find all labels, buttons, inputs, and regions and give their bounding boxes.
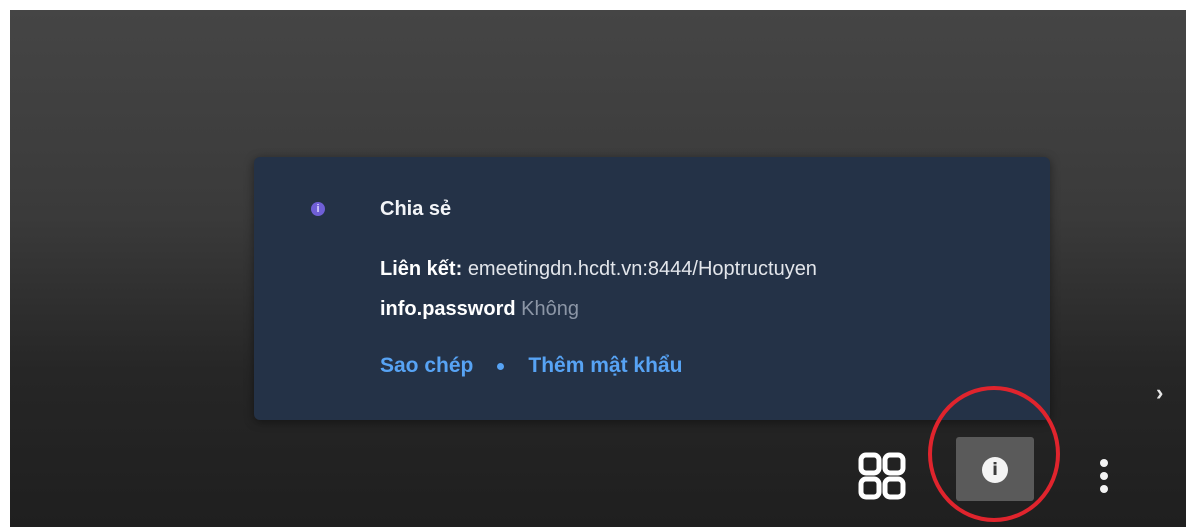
link-row: Liên kết: emeetingdn.hcdt.vn:8444/Hoptru… xyxy=(380,258,817,281)
popup-actions: Sao chép Thêm mật khẩu xyxy=(380,354,682,378)
password-value: Không xyxy=(521,298,579,320)
meeting-stage: i Chia sẻ Liên kết: emeetingdn.hcdt.vn:8… xyxy=(10,10,1186,527)
chevron-right-icon[interactable]: › xyxy=(1156,380,1163,406)
grid-icon xyxy=(858,452,906,500)
copy-link-button[interactable]: Sao chép xyxy=(380,354,473,378)
grid-view-button[interactable] xyxy=(858,452,906,500)
info-icon: i xyxy=(982,457,1008,483)
share-info-popup: i Chia sẻ Liên kết: emeetingdn.hcdt.vn:8… xyxy=(254,157,1050,420)
info-icon: i xyxy=(311,202,325,216)
popup-title: Chia sẻ xyxy=(380,198,452,220)
more-vert-icon xyxy=(1100,459,1108,493)
meeting-info-button[interactable]: i xyxy=(956,437,1034,501)
add-password-button[interactable]: Thêm mật khẩu xyxy=(528,354,682,378)
separator-dot xyxy=(497,362,505,370)
password-label: info.password xyxy=(380,298,516,320)
password-row: info.password Không xyxy=(380,298,579,321)
link-value: emeetingdn.hcdt.vn:8444/Hoptructuyen xyxy=(467,258,817,280)
more-options-button[interactable] xyxy=(1093,456,1115,496)
link-label: Liên kết: xyxy=(380,258,463,280)
